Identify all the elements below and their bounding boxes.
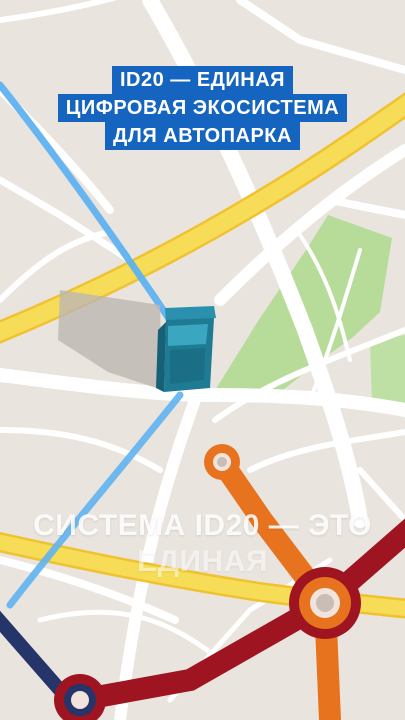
title-line-2: ЦИФРОВАЯ ЭКОСИСТЕМА [57, 94, 348, 122]
metro-station-icon-orange[interactable] [204, 444, 240, 480]
van-grille [170, 348, 205, 384]
caption-subtitle: СИСТЕМА ID20 — ЭТО ЕДИНАЯ [0, 508, 405, 580]
map-stage: ID20 — ЕДИНАЯ ЦИФРОВАЯ ЭКОСИСТЕМА ДЛЯ АВ… [0, 0, 405, 720]
title-line-3: ДЛЯ АВТОПАРКА [105, 122, 300, 150]
caption-line-2: ЕДИНАЯ [137, 545, 268, 578]
caption-line-1: СИСТЕМА ID20 — ЭТО [33, 509, 372, 542]
title-line-1: ID20 — ЕДИНАЯ [111, 66, 294, 94]
van-windshield [168, 324, 208, 346]
title-banner: ID20 — ЕДИНАЯ ЦИФРОВАЯ ЭКОСИСТЕМА ДЛЯ АВ… [0, 66, 405, 150]
